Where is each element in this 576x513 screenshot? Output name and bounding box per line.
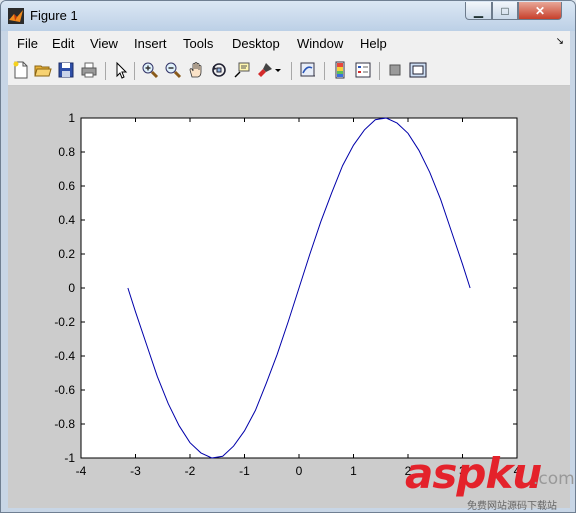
brush-dropdown-icon[interactable] (274, 61, 282, 79)
menu-tools[interactable]: Tools (183, 36, 213, 51)
open-file-icon[interactable] (34, 61, 52, 79)
y-tick-label: 0.4 (58, 213, 75, 227)
toolbar-separator (105, 62, 106, 80)
plot-svg[interactable]: -4 -3 -2 -1 0 1 2 3 4-1-0.8-0.6-0.4-0.200.20.40.… (8, 86, 570, 508)
x-tick-label: 1 (350, 464, 357, 478)
y-tick-label: -1 (64, 451, 75, 465)
toolbar-separator (134, 62, 135, 80)
watermark-domain: .com (533, 469, 575, 489)
x-tick-label: 0 (296, 464, 303, 478)
toolbar-separator (324, 62, 325, 80)
x-tick-label: -1 (239, 464, 250, 478)
toolbar-separator (379, 62, 380, 80)
window-title: Figure 1 (30, 8, 78, 23)
brush-icon[interactable] (256, 61, 274, 79)
hide-plot-tools-icon[interactable] (386, 61, 404, 79)
menu-help[interactable]: Help (360, 36, 387, 51)
menu-file[interactable]: File (17, 36, 38, 51)
figure-window: Figure 1 ▁ □ ✕ File Edit View Insert Too… (0, 0, 576, 513)
save-icon[interactable] (57, 61, 75, 79)
minimize-icon: ▁ (473, 3, 484, 18)
menu-view[interactable]: View (90, 36, 118, 51)
menubar-dock-arrow-icon[interactable]: ↘ (556, 36, 564, 47)
y-tick-label: 1 (68, 111, 75, 125)
link-plot-icon[interactable] (299, 61, 317, 79)
maximize-button[interactable]: □ (492, 2, 518, 20)
pan-hand-icon[interactable] (187, 61, 205, 79)
watermark: aspku .com 免费网站源码下载站 (405, 449, 575, 513)
matlab-logo-icon (8, 8, 24, 24)
y-tick-label: -0.8 (54, 417, 75, 431)
maximize-icon: □ (501, 3, 509, 18)
menu-edit[interactable]: Edit (52, 36, 74, 51)
title-bar[interactable]: Figure 1 ▁ □ ✕ (1, 1, 575, 31)
y-tick-label: 0 (68, 281, 75, 295)
menu-window[interactable]: Window (297, 36, 343, 51)
figure-canvas: -4 -3 -2 -1 0 1 2 3 4 -1 -0.8 -0.6 -0.4 -0.2 0 0.2 0.4 0.… (8, 86, 570, 508)
watermark-subtitle: 免费网站源码下载站 (467, 501, 557, 512)
menu-insert[interactable]: Insert (134, 36, 167, 51)
y-tick-label: 0.8 (58, 145, 75, 159)
y-tick-label: -0.4 (54, 349, 75, 363)
zoom-in-icon[interactable] (141, 61, 159, 79)
menu-bar: File Edit View Insert Tools Desktop Wind… (8, 31, 570, 57)
x-tick-label: -4 (76, 464, 87, 478)
print-icon[interactable] (80, 61, 98, 79)
y-tick-label: 0.6 (58, 179, 75, 193)
edit-plot-arrow-icon[interactable] (112, 61, 130, 79)
y-tick-label: -0.2 (54, 315, 75, 329)
show-plot-tools-icon[interactable] (409, 61, 427, 79)
close-button[interactable]: ✕ (518, 2, 562, 20)
watermark-brand: aspku (405, 449, 542, 498)
zoom-out-icon[interactable] (164, 61, 182, 79)
toolbar-separator (291, 62, 292, 80)
new-figure-icon[interactable] (12, 61, 30, 79)
insert-legend-icon[interactable] (354, 61, 372, 79)
y-tick-label: -0.6 (54, 383, 75, 397)
minimize-button[interactable]: ▁ (465, 2, 492, 20)
x-tick-label: -3 (130, 464, 141, 478)
data-cursor-icon[interactable] (233, 61, 251, 79)
close-icon: ✕ (534, 3, 546, 18)
insert-colorbar-icon[interactable] (331, 61, 349, 79)
y-tick-label: 0.2 (58, 247, 75, 261)
rotate-3d-icon[interactable] (210, 61, 228, 79)
menu-desktop[interactable]: Desktop (232, 36, 280, 51)
figure-toolbar (8, 57, 570, 86)
x-tick-label: -2 (185, 464, 196, 478)
